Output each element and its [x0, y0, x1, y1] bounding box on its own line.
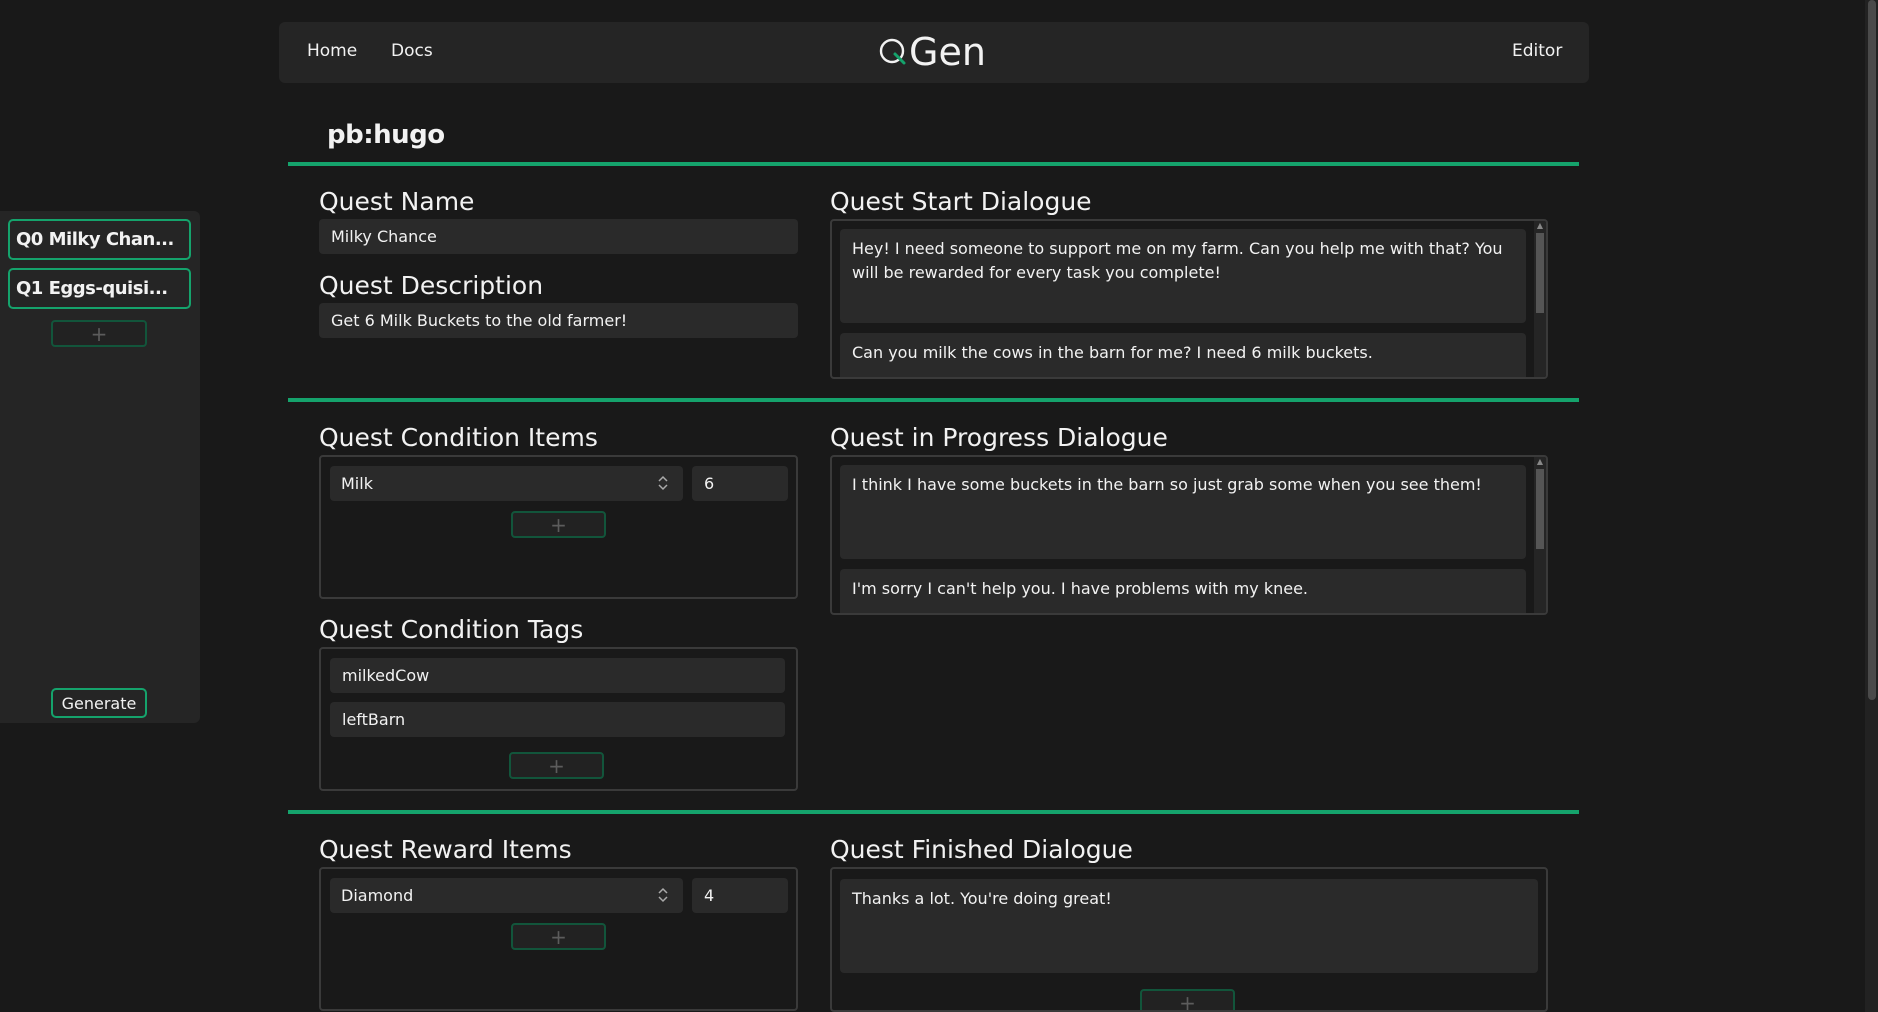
dialogue-text[interactable]: Hey! I need someone to support me on my … — [840, 229, 1526, 323]
nav-editor-link[interactable]: Editor — [1512, 41, 1562, 61]
item-select-value: Milk — [341, 474, 373, 493]
quest-tab-q0[interactable]: Q0 Milky Chan... — [8, 219, 191, 260]
page-title: pb:hugo — [327, 120, 445, 150]
condition-tags-box: milkedCow leftBarn + — [319, 647, 798, 791]
scroll-up-icon[interactable]: ▲ — [1534, 221, 1546, 231]
dialogue-scrollbar[interactable]: ▲ — [1534, 221, 1546, 377]
scroll-up-icon[interactable]: ▲ — [1534, 457, 1546, 467]
scroll-thumb[interactable] — [1536, 233, 1544, 313]
tag-input[interactable]: leftBarn — [330, 702, 785, 737]
qgen-logo[interactable]: Gen — [878, 30, 986, 74]
start-dialogue-list[interactable]: Hey! I need someone to support me on my … — [830, 219, 1548, 379]
quest-name-input[interactable]: Milky Chance — [319, 219, 798, 254]
dialogue-text[interactable]: Can you milk the cows in the barn for me… — [840, 333, 1526, 377]
item-select-value: Diamond — [341, 886, 414, 905]
chevron-updown-icon — [658, 475, 668, 491]
chevron-updown-icon — [658, 887, 668, 903]
section-divider — [288, 398, 1579, 402]
quest-progress-dialogue-label: Quest in Progress Dialogue — [830, 423, 1168, 452]
quest-tab-id: Q0 — [16, 229, 43, 250]
quest-name-label: Quest Name — [319, 187, 475, 216]
generate-button[interactable]: Generate — [51, 688, 147, 718]
quest-description-input[interactable]: Get 6 Milk Buckets to the old farmer! — [319, 303, 798, 338]
quest-start-dialogue-label: Quest Start Dialogue — [830, 187, 1092, 216]
dialogue-text[interactable]: I think I have some buckets in the barn … — [840, 465, 1526, 559]
finished-dialogue-list[interactable]: Thanks a lot. You're doing great! + — [830, 867, 1548, 1012]
nav-docs-link[interactable]: Docs — [391, 41, 433, 61]
dialogue-text[interactable]: Thanks a lot. You're doing great! — [840, 879, 1538, 973]
add-finished-dialogue-button[interactable]: + — [1140, 989, 1235, 1010]
quest-finished-dialogue-label: Quest Finished Dialogue — [830, 835, 1133, 864]
reward-items-box: Diamond 4 + — [319, 867, 798, 1011]
logo-text: Gen — [909, 30, 986, 74]
condition-items-box: Milk 6 + — [319, 455, 798, 599]
quest-condition-items-label: Quest Condition Items — [319, 423, 598, 452]
dialogue-text[interactable]: I'm sorry I can't help you. I have probl… — [840, 569, 1526, 613]
quest-condition-tags-label: Quest Condition Tags — [319, 615, 584, 644]
quest-description-label: Quest Description — [319, 271, 544, 300]
item-select[interactable]: Diamond — [330, 878, 683, 913]
quest-reward-items-label: Quest Reward Items — [319, 835, 572, 864]
progress-dialogue-list[interactable]: I think I have some buckets in the barn … — [830, 455, 1548, 615]
nav-home-link[interactable]: Home — [307, 41, 357, 61]
add-condition-tag-button[interactable]: + — [509, 752, 604, 779]
section-divider — [288, 162, 1579, 166]
section-divider — [288, 810, 1579, 814]
quest-tab-q1[interactable]: Q1 Eggs-quisi... — [8, 268, 191, 309]
quest-tab-name: Milky Chan... — [48, 229, 175, 250]
q-magnifier-icon — [878, 37, 908, 67]
add-condition-item-button[interactable]: + — [511, 511, 606, 538]
dialogue-scrollbar[interactable]: ▲ — [1534, 457, 1546, 613]
add-reward-item-button[interactable]: + — [511, 923, 606, 950]
page-scroll-thumb[interactable] — [1868, 0, 1876, 700]
tag-input[interactable]: milkedCow — [330, 658, 785, 693]
item-select[interactable]: Milk — [330, 466, 683, 501]
quest-tab-id: Q1 — [16, 278, 43, 299]
scroll-thumb[interactable] — [1536, 469, 1544, 549]
add-quest-button[interactable]: + — [51, 320, 147, 347]
item-quantity-input[interactable]: 4 — [692, 878, 788, 913]
item-quantity-input[interactable]: 6 — [692, 466, 788, 501]
quest-tab-name: Eggs-quisi... — [48, 278, 169, 299]
